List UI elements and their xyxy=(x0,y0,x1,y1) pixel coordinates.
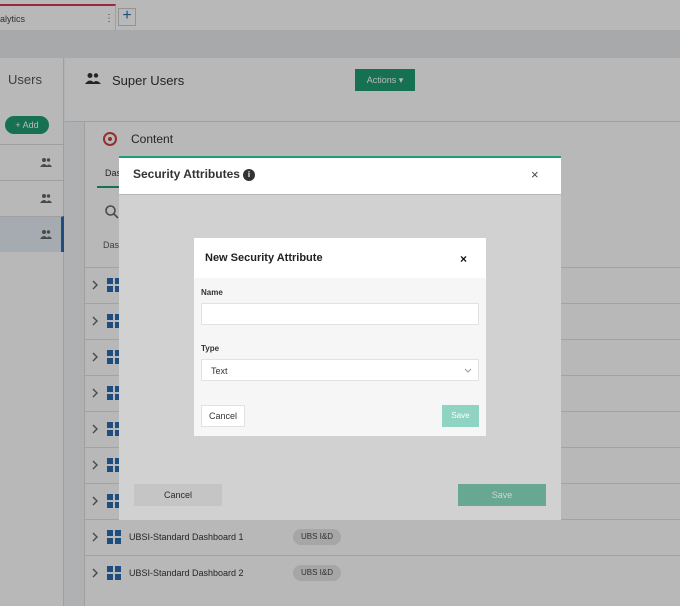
dialog-title: New Security Attribute xyxy=(205,252,323,264)
new-security-attribute-dialog: New Security Attribute × Name Type Text … xyxy=(194,238,486,436)
dialog-title: Security Attributes xyxy=(133,167,240,181)
save-button[interactable]: Save xyxy=(442,405,479,427)
name-input[interactable] xyxy=(201,303,479,325)
close-icon[interactable]: × xyxy=(531,167,539,182)
name-label: Name xyxy=(201,288,223,297)
type-selected-value: Text xyxy=(211,366,228,376)
type-label: Type xyxy=(201,344,220,353)
type-select[interactable]: Text xyxy=(201,359,479,381)
cancel-button[interactable]: Cancel xyxy=(201,405,245,427)
close-icon[interactable]: × xyxy=(460,252,467,266)
chevron-down-icon xyxy=(464,368,472,373)
info-icon[interactable]: i xyxy=(243,169,255,181)
